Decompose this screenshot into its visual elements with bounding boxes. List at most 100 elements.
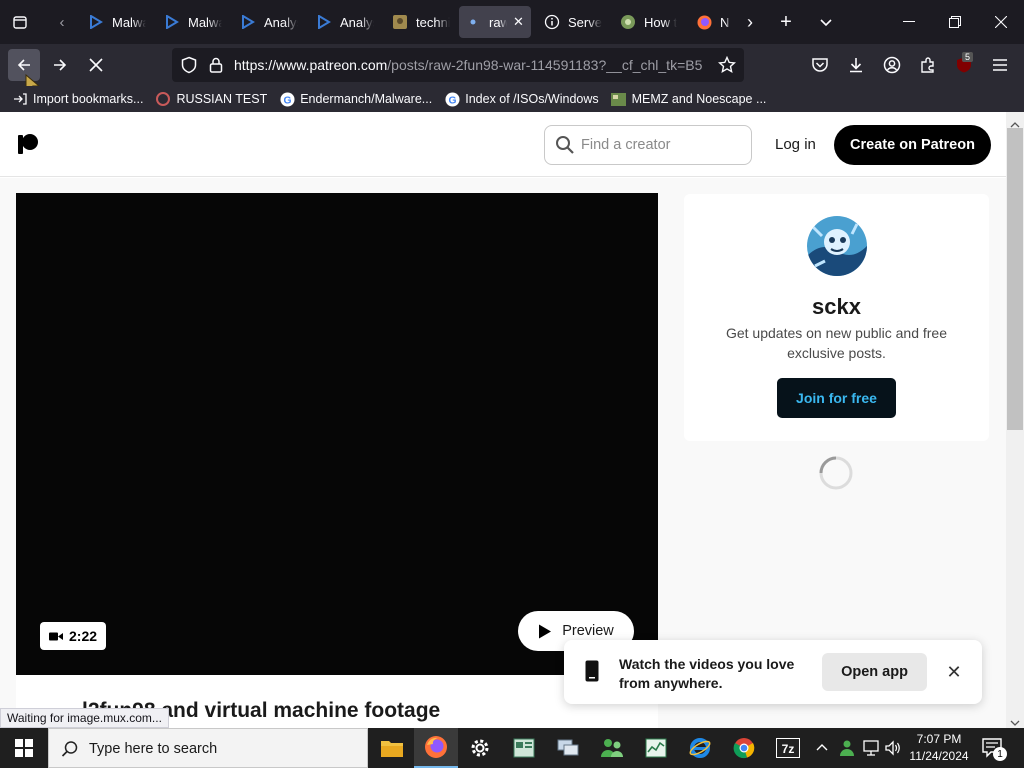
network-app-icon[interactable]	[546, 728, 590, 768]
tab-how-to[interactable]: How t	[614, 6, 684, 38]
app-window-icon[interactable]	[502, 728, 546, 768]
users-icon[interactable]	[590, 728, 634, 768]
tab-technical[interactable]: technical	[386, 6, 456, 38]
join-for-free-button[interactable]: Join for free	[777, 378, 896, 418]
scroll-tabs-right-icon[interactable]: ›	[736, 8, 764, 36]
site-icon	[620, 14, 636, 30]
downloads-icon[interactable]	[840, 49, 872, 81]
close-icon[interactable]: ✕	[944, 662, 964, 682]
taskbar-search-placeholder: Type here to search	[89, 741, 218, 757]
bookmark-memz[interactable]: MEMZ and Noescape ...	[611, 91, 767, 107]
windows-start-icon[interactable]	[0, 728, 48, 768]
import-icon	[12, 91, 28, 107]
clock-time: 7:07 PM	[916, 732, 962, 746]
url-bar[interactable]: https://www.patreon.com/posts/raw-2fun98…	[172, 48, 744, 82]
bookmark-endermanch[interactable]: G Endermanch/Malware...	[279, 91, 432, 107]
tab-malware-2[interactable]: Malware	[158, 6, 228, 38]
menu-hamburger-icon[interactable]	[984, 49, 1016, 81]
forward-button[interactable]	[44, 49, 76, 81]
status-bar: Waiting for image.mux.com...	[0, 708, 169, 728]
google-icon: G	[444, 91, 460, 107]
tab-label: raw	[489, 14, 507, 30]
bookmark-label: Index of /ISOs/Windows	[465, 92, 599, 106]
creator-name[interactable]: sckx	[684, 294, 989, 320]
tab-server[interactable]: Server	[538, 6, 608, 38]
tab-malware-1[interactable]: Malware	[82, 6, 152, 38]
bookmark-import[interactable]: Import bookmarks...	[12, 91, 143, 107]
stop-loading-button[interactable]	[80, 49, 112, 81]
app-banner-text: Watch the videos you love from anywhere.	[619, 656, 795, 691]
search-icon	[61, 740, 79, 763]
new-tab-icon[interactable]: +	[772, 8, 800, 36]
info-icon	[544, 14, 560, 30]
creator-description: Get updates on new public and free exclu…	[725, 325, 948, 361]
login-link[interactable]: Log in	[775, 136, 816, 153]
taskbar-clock[interactable]: 7:07 PM 11/24/2024	[905, 731, 973, 765]
tracking-shield-icon[interactable]	[180, 56, 198, 79]
bookmark-index-isos[interactable]: G Index of /ISOs/Windows	[444, 91, 599, 107]
open-app-button[interactable]: Open app	[822, 653, 927, 691]
google-icon: G	[279, 91, 295, 107]
svg-text:G: G	[283, 95, 291, 106]
find-creator-search[interactable]: Find a creator	[544, 125, 752, 165]
pocket-icon[interactable]	[804, 49, 836, 81]
volume-icon[interactable]	[884, 739, 902, 762]
svg-text:7z: 7z	[782, 742, 795, 756]
tab-raw-active[interactable]: raw ✕	[459, 6, 531, 38]
network-icon[interactable]	[862, 739, 880, 762]
patreon-logo-icon[interactable]	[16, 132, 40, 161]
file-explorer-icon[interactable]	[370, 728, 414, 768]
tray-users-icon[interactable]	[838, 739, 856, 762]
account-icon[interactable]	[876, 49, 908, 81]
notification-count-badge: 1	[993, 747, 1007, 761]
internet-explorer-icon[interactable]	[678, 728, 722, 768]
patreon-header: Find a creator Log in Create on Patreon	[0, 112, 1006, 177]
create-on-patreon-button[interactable]: Create on Patreon	[834, 125, 991, 165]
tab-label: technical	[416, 14, 450, 30]
close-tab-icon[interactable]: ✕	[513, 14, 524, 30]
notifications-icon[interactable]: 1	[982, 738, 1007, 763]
tab-list-icon[interactable]	[6, 8, 34, 36]
tab-label: How t	[644, 14, 678, 30]
vt-icon	[164, 14, 180, 30]
bookmark-label: RUSSIAN TEST	[176, 92, 268, 106]
taskbar-search-box[interactable]: Type here to search	[48, 728, 368, 768]
close-window-icon[interactable]	[978, 0, 1024, 44]
scroll-down-icon[interactable]	[1010, 714, 1020, 728]
video-player[interactable]: 2:22 Preview	[16, 193, 658, 675]
restore-icon[interactable]	[932, 0, 978, 44]
settings-gear-icon[interactable]	[458, 728, 502, 768]
preview-label: Preview	[562, 623, 614, 639]
bookmark-russian-test[interactable]: RUSSIAN TEST	[155, 91, 267, 107]
vt-icon	[240, 14, 256, 30]
extension-badge: 5	[962, 52, 974, 62]
clock-date: 11/24/2024	[909, 749, 969, 763]
lock-icon[interactable]	[208, 56, 224, 79]
tab-analysis-1[interactable]: Analysis	[234, 6, 304, 38]
extensions-icon[interactable]	[912, 49, 944, 81]
bookmark-label: Import bookmarks...	[33, 92, 144, 106]
minimize-icon[interactable]	[886, 0, 932, 44]
scrollbar-thumb[interactable]	[1007, 128, 1023, 430]
loading-dot-icon	[465, 14, 481, 30]
chrome-icon[interactable]	[722, 728, 766, 768]
tray-chevron-up-icon[interactable]	[815, 740, 829, 759]
url-text[interactable]: https://www.patreon.com/posts/raw-2fun98…	[234, 57, 704, 73]
tab-analysis-2[interactable]: Analysis	[310, 6, 380, 38]
svg-text:G: G	[448, 95, 456, 106]
vt-icon	[316, 14, 332, 30]
chevron-down-icon[interactable]	[812, 8, 840, 36]
task-manager-icon[interactable]	[634, 728, 678, 768]
firefox-taskbar-icon[interactable]	[414, 728, 458, 768]
bookmark-label: MEMZ and Noescape ...	[631, 92, 767, 106]
image-icon	[611, 91, 627, 107]
bookmark-star-icon[interactable]	[717, 55, 737, 79]
scroll-tabs-left-icon[interactable]: ‹	[48, 8, 76, 36]
tab-label: Analysis	[264, 14, 298, 30]
creator-avatar[interactable]	[807, 216, 867, 276]
tab-new[interactable]: New	[690, 6, 736, 38]
url-path: /posts/raw-2fun98-war-114591183?__cf_chl…	[387, 57, 703, 73]
search-placeholder: Find a creator	[581, 137, 671, 153]
7zip-icon[interactable]: 7z	[766, 728, 810, 768]
ublock-icon[interactable]: 5	[948, 49, 980, 81]
